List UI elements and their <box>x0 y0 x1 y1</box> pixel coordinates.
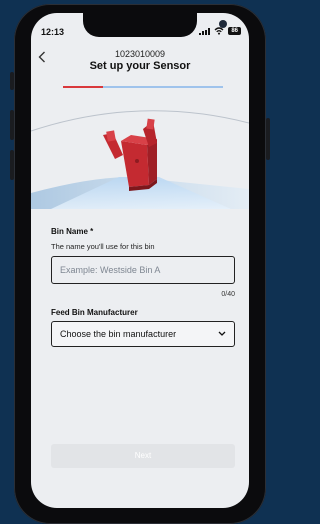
setup-progress-bar <box>63 86 223 88</box>
notch <box>83 13 227 37</box>
setup-progress-fill <box>63 86 103 88</box>
phone-side-button-power <box>266 118 270 160</box>
manufacturer-selected-value: Choose the bin manufacturer <box>60 329 177 339</box>
status-icons: 86 <box>199 27 241 35</box>
phone-side-button-volume-down <box>10 150 14 180</box>
bin-name-char-counter: 0/40 <box>221 291 235 298</box>
bin-name-label: Bin Name * <box>51 227 94 236</box>
page-title: Set up your Sensor <box>89 60 191 72</box>
wifi-icon <box>214 27 224 35</box>
signal-icon <box>199 27 211 35</box>
phone-side-button-volume-up <box>10 110 14 140</box>
sensor-illustration <box>31 110 249 217</box>
manufacturer-select[interactable]: Choose the bin manufacturer <box>51 321 235 347</box>
sensor-serial: 1023010009 <box>114 49 166 59</box>
manufacturer-label: Feed Bin Manufacturer <box>51 308 138 317</box>
battery-icon: 86 <box>228 27 241 35</box>
phone-side-button-silent <box>10 72 14 90</box>
bin-name-hint: The name you'll use for this bin <box>51 242 155 251</box>
chevron-down-icon <box>218 322 226 355</box>
next-button[interactable]: Next <box>51 444 235 468</box>
bin-name-input[interactable]: Example: Westside Bin A <box>51 256 235 284</box>
status-time: 12:13 <box>41 27 65 37</box>
app-screen: 12:13 86 1023010009 Set up your Sensor B… <box>31 13 249 508</box>
